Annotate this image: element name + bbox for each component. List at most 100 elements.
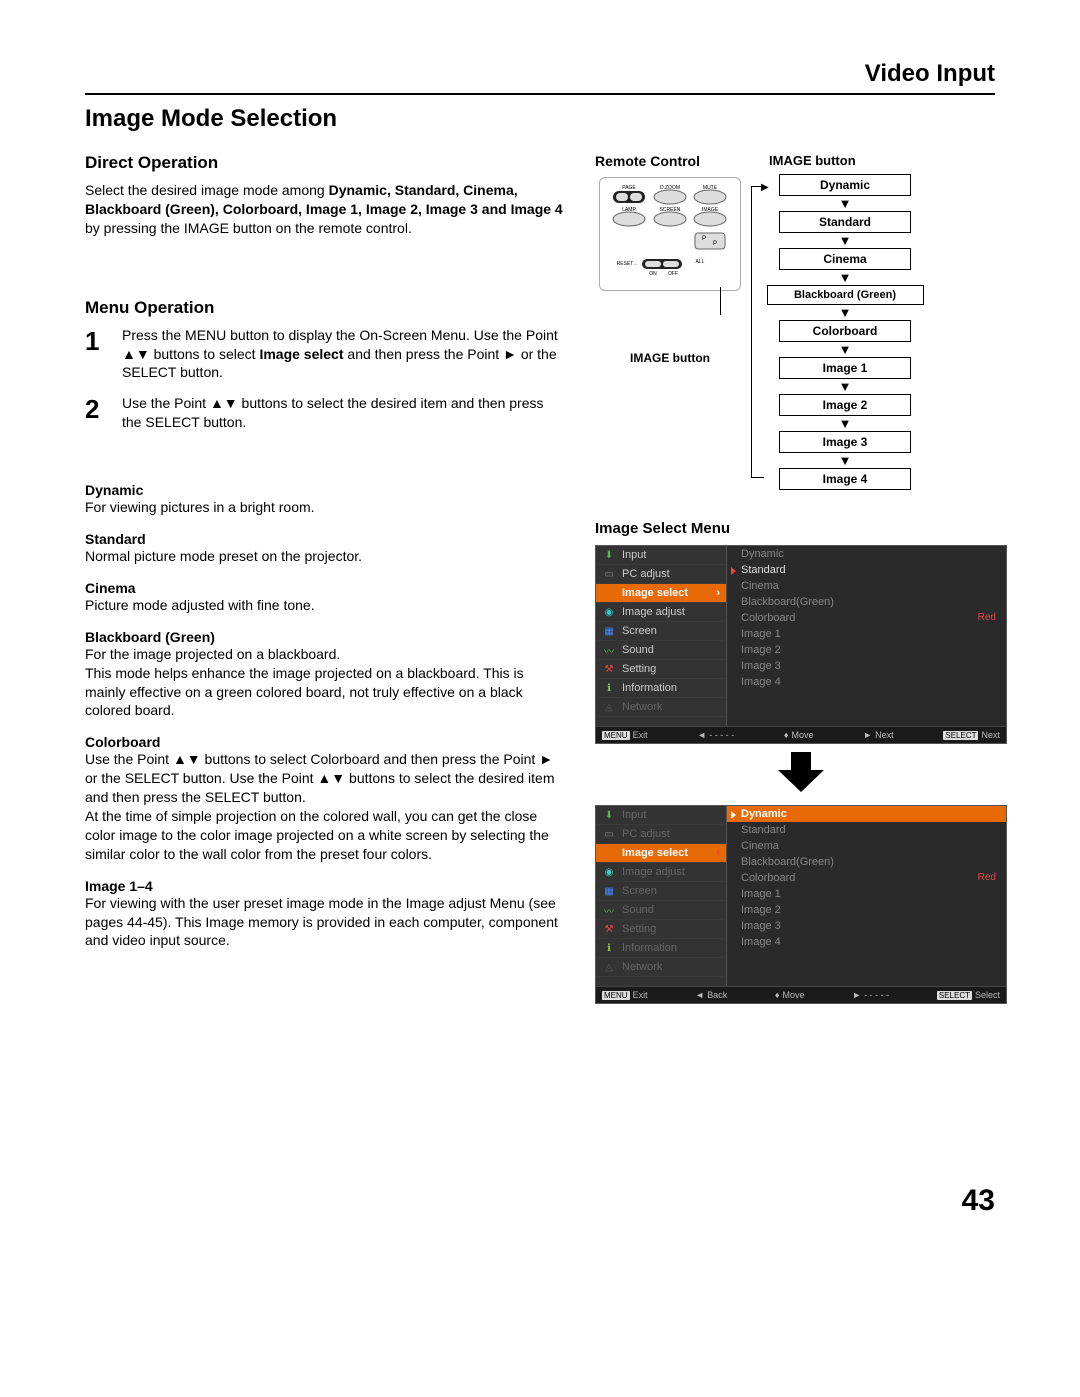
osd-left-item: ◧Image select‹	[596, 844, 726, 863]
osd-left-label: PC adjust	[622, 568, 670, 580]
osd-left-item: ◬Network	[596, 698, 726, 717]
flow-chart: IMAGE button ▶ Dynamic ▼ Standard ▼ Cine…	[765, 153, 1007, 490]
t: Select the desired image mode among	[85, 182, 329, 198]
osd-right-panel: DynamicStandardCinemaBlackboard(Green)Co…	[727, 806, 1006, 986]
osd-right-item: Standard	[727, 562, 1006, 578]
svg-text:RESET: RESET	[617, 261, 634, 267]
osd-left-label: Network	[622, 961, 662, 973]
osd-left-panel: ⬇Input▭PC adjust◧Image select›◉Image adj…	[596, 546, 727, 726]
step: 2 Use the Point ▲▼ buttons to select the…	[85, 394, 565, 432]
osd-right-label: Image 3	[741, 920, 781, 932]
osd-left-item: 〰 Sound	[596, 901, 726, 920]
osd-left-item: ℹInformation	[596, 939, 726, 958]
osd-left-item: ▦ Screen	[596, 882, 726, 901]
osd-left-label: Setting	[622, 923, 656, 935]
flow-box: Image 4	[779, 468, 911, 490]
t: by pressing the IMAGE button on the remo…	[85, 220, 412, 236]
osd-menu-1: ⬇Input▭PC adjust◧Image select›◉Image adj…	[595, 545, 1007, 744]
t: ♦	[775, 990, 780, 1000]
osd-left-item: ◬Network	[596, 958, 726, 977]
mode-title: Dynamic	[85, 482, 565, 498]
osd-footer: MENU Exit ◄ Back ♦ Move ► - - - - - SELE…	[596, 986, 1006, 1003]
down-arrow-icon: ▼	[765, 234, 925, 247]
osd-value: Red	[978, 872, 996, 884]
osd-right-item: Blackboard(Green)	[727, 594, 1006, 610]
osd-right-item: Image 2	[727, 642, 1006, 658]
osd-right-item: Standard	[727, 822, 1006, 838]
osd-right-label: Image 1	[741, 888, 781, 900]
menu-icon: ◉	[602, 606, 616, 618]
mode-desc: Use the Point ▲▼ buttons to select Color…	[85, 750, 565, 863]
osd-right-item: ColorboardRed	[727, 870, 1006, 886]
svg-text:P: P	[713, 241, 717, 247]
menu-icon: ⬇	[602, 549, 616, 561]
remote-caption: IMAGE button	[595, 351, 745, 365]
osd-right-label: Image 4	[741, 936, 781, 948]
flow-title: IMAGE button	[769, 153, 1007, 168]
t: Image select	[259, 346, 343, 362]
t: Back	[707, 990, 727, 1000]
t: Move	[792, 730, 814, 740]
osd-right-label: Standard	[741, 564, 786, 576]
step-num: 2	[85, 394, 107, 425]
mode-desc: For the image projected on a blackboard.…	[85, 645, 565, 721]
osd-right-item: Blackboard(Green)	[727, 854, 1006, 870]
osd-left-label: Sound	[622, 904, 654, 916]
header-section: Video Input	[85, 60, 995, 88]
left-column: Direct Operation Select the desired imag…	[85, 153, 565, 1004]
remote-heading: Remote Control	[595, 153, 745, 169]
step-text: Press the MENU button to display the On-…	[122, 326, 565, 383]
osd-left-item: ⬇Input	[596, 806, 726, 825]
osd-right-item: Image 3	[727, 918, 1006, 934]
mode-title: Cinema	[85, 580, 565, 596]
chevron-icon: ›	[716, 587, 720, 599]
osd-right-label: Blackboard(Green)	[741, 856, 834, 868]
t: Move	[783, 990, 805, 1000]
menu-icon: 〰	[602, 904, 616, 916]
t: - - - - -	[709, 730, 734, 740]
down-arrow-icon: ▼	[765, 197, 925, 210]
osd-right-item: ColorboardRed	[727, 610, 1006, 626]
flow-box: Image 2	[779, 394, 911, 416]
mode-desc: Normal picture mode preset on the projec…	[85, 547, 565, 566]
osd-right-label: Dynamic	[741, 808, 787, 820]
page-title: Image Mode Selection	[85, 105, 995, 133]
step-text: Use the Point ▲▼ buttons to select the d…	[122, 394, 565, 432]
divider	[85, 93, 995, 95]
right-column: Remote Control PAGE D.ZOOM MUTE LAMP SCR…	[595, 153, 1007, 1004]
osd-right-label: Colorboard	[741, 612, 795, 624]
menu-icon: ▦	[602, 885, 616, 897]
mode-list: Dynamic For viewing pictures in a bright…	[85, 482, 565, 950]
step: 1 Press the MENU button to display the O…	[85, 326, 565, 383]
osd-left-label: Image select	[622, 587, 688, 599]
mode-desc: For viewing with the user preset image m…	[85, 894, 565, 951]
t: Exit	[633, 730, 648, 740]
menu-icon: ◧	[602, 587, 616, 599]
key: SELECT	[943, 731, 978, 740]
osd-left-item: 〰Sound	[596, 641, 726, 660]
t: Exit	[633, 990, 648, 1000]
t: ◄	[697, 730, 706, 740]
big-down-arrow-icon	[595, 752, 1007, 797]
page-number: 43	[85, 1184, 995, 1218]
osd-left-item: ▭PC adjust	[596, 565, 726, 584]
osd-left-item: ◉Image adjust	[596, 603, 726, 622]
flow-box: Colorboard	[779, 320, 911, 342]
down-arrow-icon: ▼	[765, 454, 925, 467]
key: MENU	[602, 731, 630, 740]
osd-left-label: Screen	[622, 885, 657, 897]
osd-left-item: ▦Screen	[596, 622, 726, 641]
down-arrow-icon: ▼	[765, 271, 925, 284]
direct-text: Select the desired image mode among Dyna…	[85, 181, 565, 238]
svg-text:OFF: OFF	[668, 271, 678, 277]
remote-illustration: PAGE D.ZOOM MUTE LAMP SCREEN IMAGE PP RE…	[605, 183, 735, 283]
flow-box: Standard	[779, 211, 911, 233]
key: SELECT	[937, 991, 972, 1000]
svg-text:LAMP: LAMP	[622, 207, 636, 213]
t: ►	[863, 730, 872, 740]
mode-title: Standard	[85, 531, 565, 547]
direct-heading: Direct Operation	[85, 153, 565, 173]
menu-icon: ℹ	[602, 682, 616, 694]
osd-right-label: Image 4	[741, 676, 781, 688]
osd-right-item: Image 1	[727, 886, 1006, 902]
